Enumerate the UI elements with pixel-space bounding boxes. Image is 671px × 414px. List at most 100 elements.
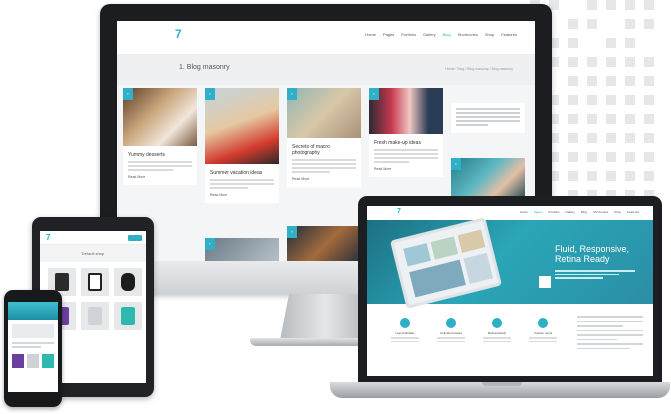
grid-square — [587, 0, 597, 10]
product-item[interactable] — [114, 268, 142, 296]
grid-square — [568, 171, 578, 181]
qr-code-icon — [539, 276, 551, 288]
grid-square — [644, 133, 654, 143]
page-title-bar: 1. Blog masonry Home / Blog / Blog mason… — [117, 55, 535, 85]
blog-post-card[interactable]: ▪ Fresh make-up ideas Read More — [369, 88, 443, 177]
post-thumbnail[interactable]: ▪ — [123, 88, 197, 146]
nav-item-portfolio[interactable]: Portfolio — [548, 210, 559, 214]
post-date-badge: ▪ — [205, 238, 215, 250]
grid-square — [568, 133, 578, 143]
nav-item-features[interactable]: Features — [627, 210, 639, 214]
post-excerpt — [287, 159, 361, 173]
post-title[interactable]: Yummy desserts — [123, 146, 197, 161]
feature-item[interactable]: Retina Ready — [479, 318, 515, 342]
feature-item[interactable]: Layout Builder — [387, 318, 423, 342]
blog-post-card[interactable]: ▪ — [205, 238, 279, 261]
monitor-stand — [280, 294, 370, 340]
blog-post-card[interactable]: ▪ Yummy desserts Read More — [123, 88, 197, 185]
grid-square — [644, 171, 654, 181]
feature-title: Unlimited Colors — [433, 331, 469, 335]
grid-square — [587, 152, 597, 162]
grid-square — [568, 19, 578, 29]
blog-post-card[interactable]: ▪ Summer vacation ideas Read More — [205, 88, 279, 203]
feature-item[interactable]: Unlimited Colors — [433, 318, 469, 342]
grid-square — [644, 95, 654, 105]
post-excerpt — [369, 149, 443, 163]
feature-title: Custom Icons — [525, 331, 561, 335]
nav-item-pages[interactable]: Pages — [383, 32, 394, 37]
grid-square — [587, 19, 597, 29]
grid-square — [625, 38, 635, 48]
product-item[interactable] — [81, 268, 109, 296]
post-thumbnail[interactable]: ▪ — [287, 88, 361, 138]
grid-square — [644, 152, 654, 162]
grid-square — [587, 171, 597, 181]
post-thumbnail[interactable]: ▪ — [205, 88, 279, 164]
grid-square — [606, 38, 616, 48]
product-item[interactable] — [114, 302, 142, 330]
post-date-badge: ▪ — [287, 226, 297, 238]
grid-square — [587, 57, 597, 67]
nav-item-shortcodes[interactable]: Shortcodes — [458, 32, 478, 37]
grid-square — [644, 0, 654, 10]
grid-square — [644, 19, 654, 29]
nav-item-portfolio[interactable]: Portfolio — [401, 32, 416, 37]
grid-square — [606, 0, 616, 10]
grid-square — [625, 114, 635, 124]
nav-item-gallery[interactable]: Gallery — [565, 210, 575, 214]
blog-post-card[interactable]: ▪ — [287, 226, 361, 261]
post-title[interactable]: Secrets of macro photography — [287, 138, 361, 159]
grid-square — [606, 152, 616, 162]
nav-item-gallery[interactable]: Gallery — [423, 32, 436, 37]
nav-item-shop[interactable]: Shop — [485, 32, 494, 37]
post-thumbnail[interactable]: ▪ — [451, 158, 525, 198]
nav-item-features[interactable]: Features — [501, 32, 517, 37]
nav-item-blog[interactable]: Blog — [581, 210, 587, 214]
post-title[interactable]: Fresh make-up ideas — [369, 134, 443, 149]
grid-square — [625, 19, 635, 29]
site-logo-icon[interactable]: 7 — [46, 233, 50, 242]
site-header: 7 Home Pages Portfolio Gallery Blog Shor… — [117, 21, 535, 55]
post-title[interactable]: Summer vacation ideas — [205, 164, 279, 179]
read-more-link[interactable]: Read More — [123, 173, 197, 185]
blog-post-card[interactable]: ▪ — [451, 158, 525, 198]
post-date-badge: ▪ — [287, 88, 297, 100]
grid-square — [644, 57, 654, 67]
grid-square — [568, 57, 578, 67]
post-thumbnail[interactable]: ▪ — [287, 226, 361, 261]
product-item[interactable] — [81, 302, 109, 330]
feature-item[interactable]: Custom Icons — [525, 318, 561, 342]
grid-square — [606, 57, 616, 67]
site-nav: Home Pages Portfolio Gallery Blog Shortc… — [520, 210, 639, 214]
blog-post-card[interactable]: ▪ Secrets of macro photography Read More — [287, 88, 361, 187]
menu-button[interactable] — [128, 235, 142, 241]
breadcrumb[interactable]: Home / Blog / Blog masonry / Blog masonr… — [445, 67, 513, 71]
hero-banner: Fluid, Responsive, Retina Ready — [367, 220, 653, 304]
grid-square — [568, 114, 578, 124]
post-excerpt — [123, 161, 197, 171]
feature-title: Retina Ready — [479, 331, 515, 335]
sidebar-text — [577, 316, 643, 352]
site-logo-icon[interactable]: 7 — [397, 208, 401, 215]
nav-item-shortcodes[interactable]: Shortcodes — [593, 210, 608, 214]
nav-item-blog[interactable]: Blog — [443, 32, 451, 37]
phone-content — [8, 320, 58, 372]
read-more-link[interactable]: Read More — [205, 191, 279, 203]
nav-item-home[interactable]: Home — [365, 32, 376, 37]
grid-square — [606, 133, 616, 143]
feature-title: Layout Builder — [387, 331, 423, 335]
grid-square — [625, 0, 635, 10]
grid-square — [587, 76, 597, 86]
post-thumbnail[interactable]: ▪ — [205, 238, 279, 261]
post-thumbnail[interactable]: ▪ — [369, 88, 443, 134]
site-logo-icon[interactable]: 7 — [175, 27, 187, 41]
phone-screen — [8, 302, 58, 392]
nav-item-shop[interactable]: Shop — [614, 210, 621, 214]
nav-item-pages[interactable]: Pages — [534, 210, 543, 214]
nav-item-home[interactable]: Home — [520, 210, 528, 214]
feature-icon — [446, 318, 456, 328]
read-more-link[interactable]: Read More — [369, 165, 443, 177]
read-more-link[interactable]: Read More — [287, 175, 361, 187]
grid-square — [587, 95, 597, 105]
hero-text — [555, 270, 635, 279]
